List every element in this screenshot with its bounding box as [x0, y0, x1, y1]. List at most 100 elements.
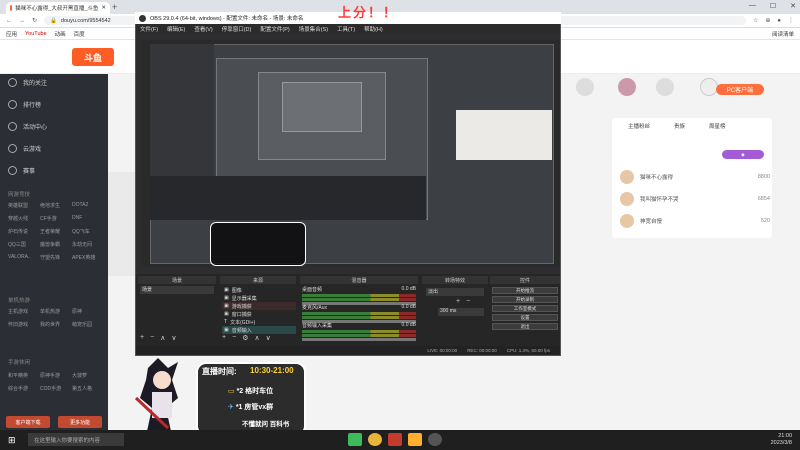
duration-input[interactable]: 300 ms: [438, 308, 484, 316]
more-functions-button[interactable]: 更多功能: [58, 416, 102, 428]
source-row[interactable]: ▣ 窗口捕获: [222, 310, 296, 318]
game-link[interactable]: 王者荣耀: [40, 228, 72, 235]
down-icon[interactable]: ∨: [266, 334, 271, 342]
game-link[interactable]: 炉石传说: [8, 228, 40, 235]
source-row[interactable]: ▣ 图像: [222, 286, 296, 294]
remove-icon[interactable]: −: [466, 298, 470, 305]
close-tab-icon[interactable]: ✕: [101, 5, 106, 11]
up-icon[interactable]: ∧: [254, 334, 259, 342]
menu-file[interactable]: 文件(F): [140, 25, 158, 33]
menu-docks[interactable]: 停靠窗口(D): [222, 25, 252, 33]
game-link[interactable]: 综合手游: [8, 385, 40, 392]
game-link[interactable]: 穿越火线: [8, 215, 40, 222]
folder-icon[interactable]: [408, 433, 422, 446]
pc-client-button[interactable]: PC客户端: [716, 84, 764, 95]
game-link[interactable]: 守望先锋: [40, 254, 72, 261]
volume-slider[interactable]: [302, 338, 416, 341]
windows-start-icon[interactable]: ⊞: [8, 435, 16, 446]
rank-row[interactable]: 猫咪不心露得 8800: [620, 170, 770, 184]
menu-profile[interactable]: 配置文件(P): [260, 25, 289, 33]
exit-button[interactable]: 退出: [492, 323, 558, 330]
star-icon[interactable]: ☆: [753, 17, 758, 24]
game-link[interactable]: 原神手游: [40, 372, 72, 379]
menu-scenecollection[interactable]: 场景集合(S): [299, 25, 328, 33]
douyu-logo[interactable]: 斗鱼: [72, 48, 114, 66]
game-link[interactable]: 大菠萝: [72, 372, 104, 379]
game-link[interactable]: 魔兽争霸: [40, 241, 72, 248]
tab-weekstar[interactable]: 周星榜: [709, 122, 726, 130]
game-link[interactable]: 萌宠乐园: [72, 321, 104, 328]
game-link[interactable]: 原神: [72, 308, 104, 315]
remove-icon[interactable]: −: [232, 334, 236, 342]
gift-icon[interactable]: [618, 78, 636, 96]
new-tab-icon[interactable]: +: [112, 2, 117, 12]
studio-mode-button[interactable]: 工作室模式: [492, 305, 558, 312]
sidebar-item-rank[interactable]: 排行榜: [8, 100, 41, 109]
source-row[interactable]: T 文本(GDI+): [222, 318, 296, 326]
menu-view[interactable]: 查看(V): [194, 25, 212, 33]
down-icon[interactable]: ∨: [171, 334, 176, 342]
game-link[interactable]: 我的世界: [40, 321, 72, 328]
extension-icon[interactable]: ⊕: [765, 17, 770, 24]
game-link[interactable]: 永劫无间: [72, 241, 104, 248]
game-link[interactable]: DOTA2: [72, 202, 104, 209]
add-icon[interactable]: +: [456, 298, 460, 305]
sidebar-item-cloud[interactable]: 云游戏: [8, 144, 41, 153]
close-window-icon[interactable]: ✕: [790, 2, 796, 10]
start-recording-button[interactable]: 开始录制: [492, 296, 558, 303]
game-link[interactable]: APEX英雄: [72, 254, 104, 261]
game-link[interactable]: QQ三国: [8, 241, 40, 248]
minimize-icon[interactable]: —: [749, 2, 756, 10]
app-icon[interactable]: [388, 433, 402, 446]
game-link[interactable]: 绝地求生: [40, 202, 72, 209]
menu-help[interactable]: 帮助(H): [364, 25, 383, 33]
profile-icon[interactable]: ●: [777, 18, 781, 24]
download-client-button[interactable]: 客户端下载: [6, 416, 50, 428]
add-icon[interactable]: +: [222, 334, 226, 342]
rank-row[interactable]: 神宽自慢 520: [620, 214, 770, 228]
sidebar-item-events[interactable]: 活动中心: [8, 122, 47, 131]
taskbar-search[interactable]: 在这里输入你要搜索的内容: [28, 433, 124, 446]
bookmark-anime[interactable]: 动画: [55, 30, 66, 38]
menu-edit[interactable]: 编辑(E): [167, 25, 185, 33]
obs-app-icon[interactable]: [428, 433, 442, 446]
bookmark-baidu[interactable]: 百度: [74, 30, 85, 38]
tab-noble[interactable]: 贵族: [674, 122, 685, 130]
join-fanclub-button[interactable]: ◆: [722, 150, 764, 159]
chrome-icon[interactable]: [368, 433, 382, 446]
forward-icon[interactable]: →: [19, 18, 25, 24]
menu-tools[interactable]: 工具(T): [337, 25, 355, 33]
up-icon[interactable]: ∧: [160, 334, 165, 342]
reload-icon[interactable]: ↻: [32, 17, 37, 24]
sidebar-item-esports[interactable]: 赛事: [8, 166, 35, 175]
maximize-icon[interactable]: ☐: [770, 2, 776, 10]
reading-list[interactable]: 阅读清单: [772, 30, 794, 38]
game-link[interactable]: 英雄联盟: [8, 202, 40, 209]
message-icon[interactable]: [656, 78, 674, 96]
remove-icon[interactable]: −: [150, 334, 154, 342]
scene-item[interactable]: 场景: [140, 286, 214, 294]
game-link[interactable]: COD手游: [40, 385, 72, 392]
game-link[interactable]: 主机游戏: [8, 308, 40, 315]
game-link[interactable]: CF手游: [40, 215, 72, 222]
source-row[interactable]: ▣ 音频输入: [222, 326, 296, 334]
history-icon[interactable]: [576, 78, 594, 96]
add-icon[interactable]: +: [140, 334, 144, 342]
menu-icon[interactable]: ⋮: [788, 17, 794, 24]
game-link[interactable]: 第五人格: [72, 385, 104, 392]
wechat-icon[interactable]: [348, 433, 362, 446]
back-icon[interactable]: ←: [6, 18, 12, 24]
bookmark-youtube[interactable]: YouTube: [25, 31, 47, 37]
start-streaming-button[interactable]: 开始推流: [492, 287, 558, 294]
tab-fans[interactable]: 主播粉丝: [628, 122, 650, 130]
source-row[interactable]: ▣ 游戏捕获: [222, 302, 296, 310]
bookmark-apps[interactable]: 应用: [6, 30, 17, 38]
gear-icon[interactable]: ⚙: [242, 334, 248, 342]
game-link[interactable]: VALORA..: [8, 254, 40, 261]
transition-select[interactable]: 淡出: [426, 288, 484, 296]
settings-button[interactable]: 设置: [492, 314, 558, 321]
game-link[interactable]: DNF: [72, 215, 104, 222]
game-link[interactable]: 单机热游: [40, 308, 72, 315]
browser-tab[interactable]: 猫咪不心露得_大叔开黑直播_斗鱼 ✕: [6, 2, 110, 14]
game-link[interactable]: QQ飞车: [72, 228, 104, 235]
